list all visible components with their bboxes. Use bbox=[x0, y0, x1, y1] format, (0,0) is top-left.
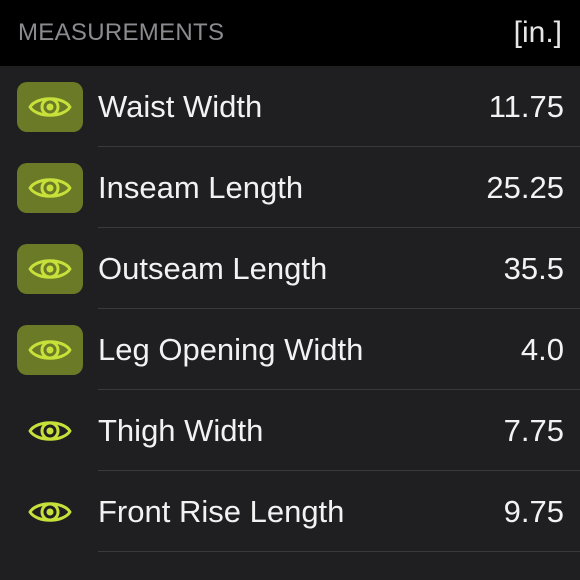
eye-toggle-button[interactable] bbox=[17, 243, 83, 294]
measurements-header: MEASUREMENTS [in.] bbox=[0, 0, 580, 66]
measurement-value: 11.75 bbox=[488, 88, 564, 124]
eye-icon bbox=[28, 501, 72, 522]
measurement-label: Thigh Width bbox=[98, 412, 264, 448]
measurement-row-thigh-width[interactable]: Thigh Width 7.75 bbox=[0, 390, 580, 471]
measurement-label: Inseam Length bbox=[98, 169, 304, 205]
section-title: MEASUREMENTS bbox=[18, 19, 225, 46]
eye-toggle-button[interactable] bbox=[17, 324, 83, 375]
eye-toggle-button[interactable] bbox=[17, 406, 83, 456]
measurement-label: Outseam Length bbox=[98, 250, 328, 286]
measurement-value: 7.75 bbox=[503, 412, 564, 448]
measurement-row-inseam-length[interactable]: Inseam Length 25.25 bbox=[0, 147, 580, 228]
eye-icon bbox=[28, 258, 72, 279]
eye-icon bbox=[28, 96, 72, 117]
measurement-row-front-rise-length[interactable]: Front Rise Length 9.75 bbox=[0, 471, 580, 552]
eye-toggle-button[interactable] bbox=[17, 81, 83, 132]
measurement-label: Leg Opening Width bbox=[98, 331, 364, 367]
eye-icon bbox=[28, 339, 72, 360]
eye-icon bbox=[28, 177, 72, 198]
measurement-row-outseam-length[interactable]: Outseam Length 35.5 bbox=[0, 228, 580, 309]
measurement-row-leg-opening-width[interactable]: Leg Opening Width 4.0 bbox=[0, 309, 580, 390]
eye-icon bbox=[28, 420, 72, 441]
measurement-value: 25.25 bbox=[486, 169, 564, 205]
measurement-label: Waist Width bbox=[98, 88, 263, 124]
measurement-value: 4.0 bbox=[520, 331, 564, 367]
eye-toggle-button[interactable] bbox=[17, 162, 83, 213]
eye-toggle-button[interactable] bbox=[17, 487, 83, 537]
measurement-value: 9.75 bbox=[503, 493, 564, 529]
measurement-value: 35.5 bbox=[503, 250, 564, 286]
measurements-list: Waist Width 11.75 Inseam Length 25.25 Ou… bbox=[0, 66, 580, 552]
measurement-row-waist-width[interactable]: Waist Width 11.75 bbox=[0, 66, 580, 147]
measurement-label: Front Rise Length bbox=[98, 493, 345, 529]
unit-label[interactable]: [in.] bbox=[514, 16, 562, 50]
